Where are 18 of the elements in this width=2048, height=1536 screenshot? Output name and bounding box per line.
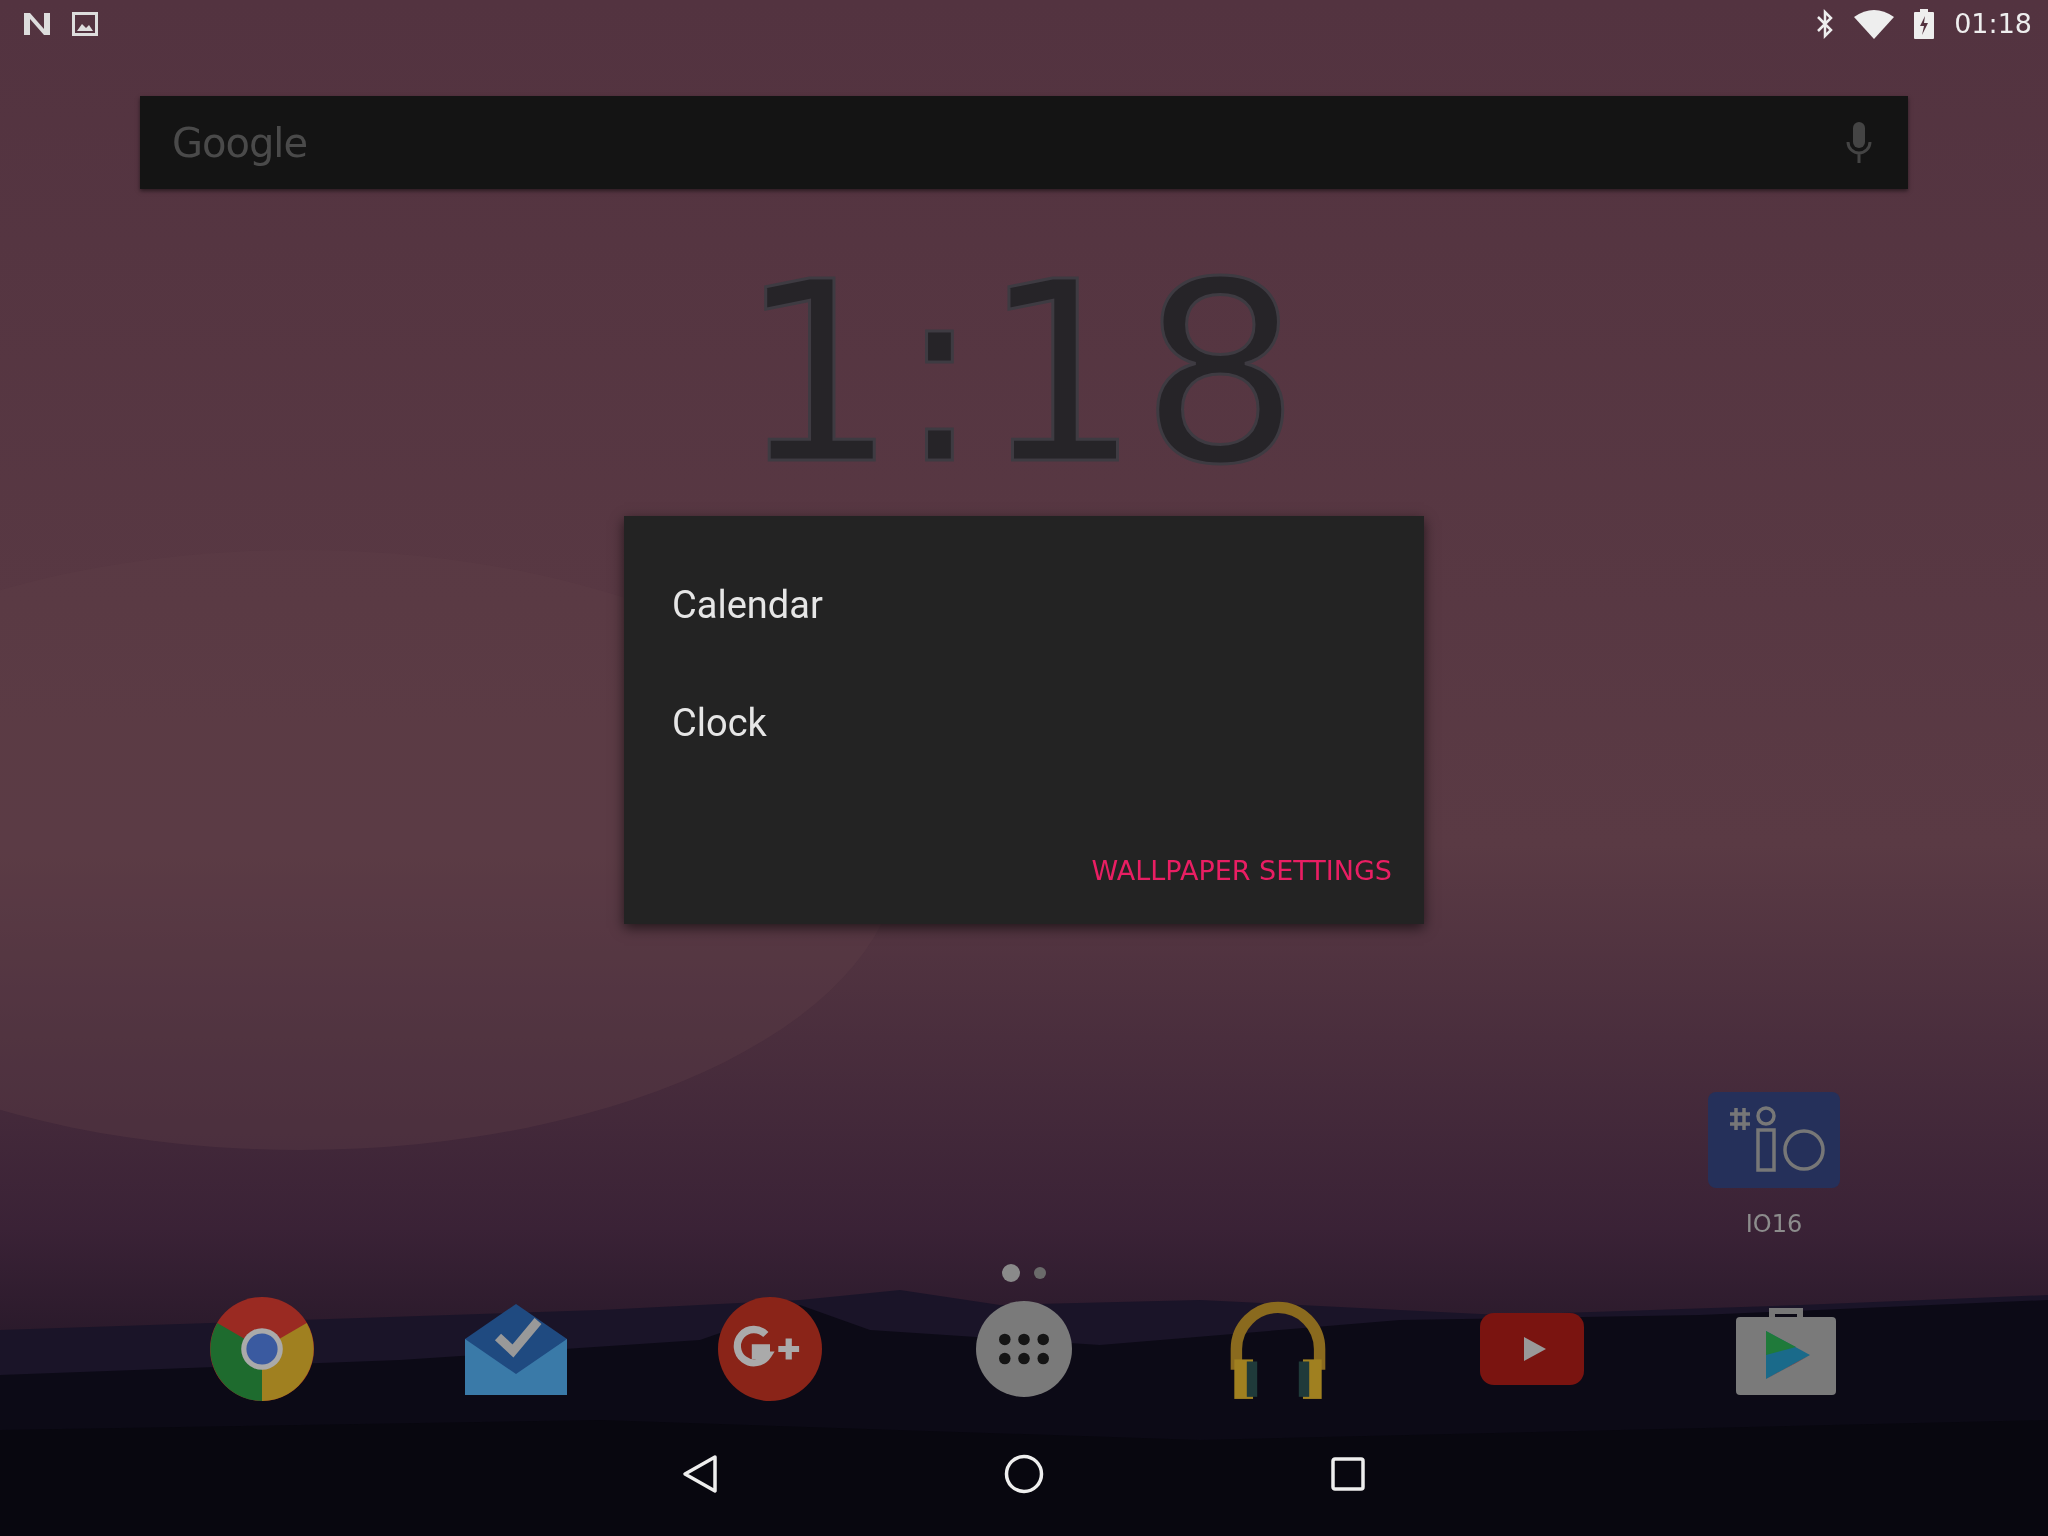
play-icon[interactable] <box>1480 1312 1584 1385</box>
wallpaper-settings-button[interactable]: WALLPAPER SETTINGS <box>1091 847 1392 894</box>
image-icon <box>72 12 98 36</box>
wifi-icon <box>1854 9 1895 39</box>
battery-icon <box>1914 9 1935 39</box>
chrome-icon[interactable] <box>210 1296 314 1401</box>
gplus-icon[interactable] <box>718 1296 822 1401</box>
io-icon[interactable] <box>1708 1092 1840 1189</box>
dialog-item[interactable]: Calendar <box>672 546 823 664</box>
app-label: IO16 <box>1745 1210 1803 1239</box>
n-logo-icon <box>22 11 52 37</box>
bluetooth-icon <box>1816 9 1835 39</box>
back-icon[interactable] <box>682 1453 718 1494</box>
dialog-item[interactable]: Clock <box>672 664 767 782</box>
clock-time: 01:18 <box>1954 8 2032 40</box>
app-drawer-icon[interactable] <box>976 1300 1072 1397</box>
home-icon[interactable] <box>1004 1453 1044 1494</box>
recents-icon[interactable] <box>1331 1456 1365 1491</box>
